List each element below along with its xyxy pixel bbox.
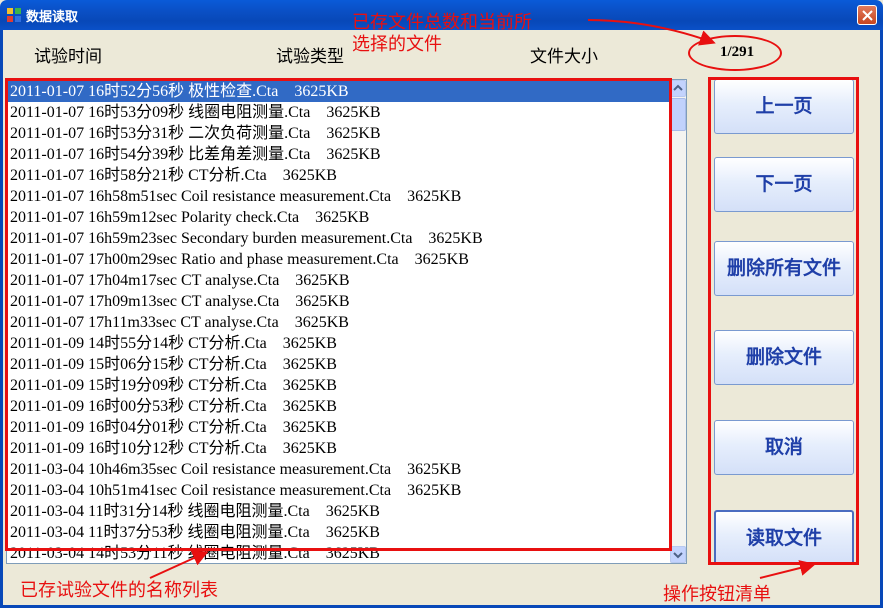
buttons-arrow bbox=[759, 560, 816, 579]
annotation-arrows bbox=[149, 19, 816, 579]
counter-arrow bbox=[587, 19, 716, 46]
list-arrow bbox=[149, 550, 209, 579]
